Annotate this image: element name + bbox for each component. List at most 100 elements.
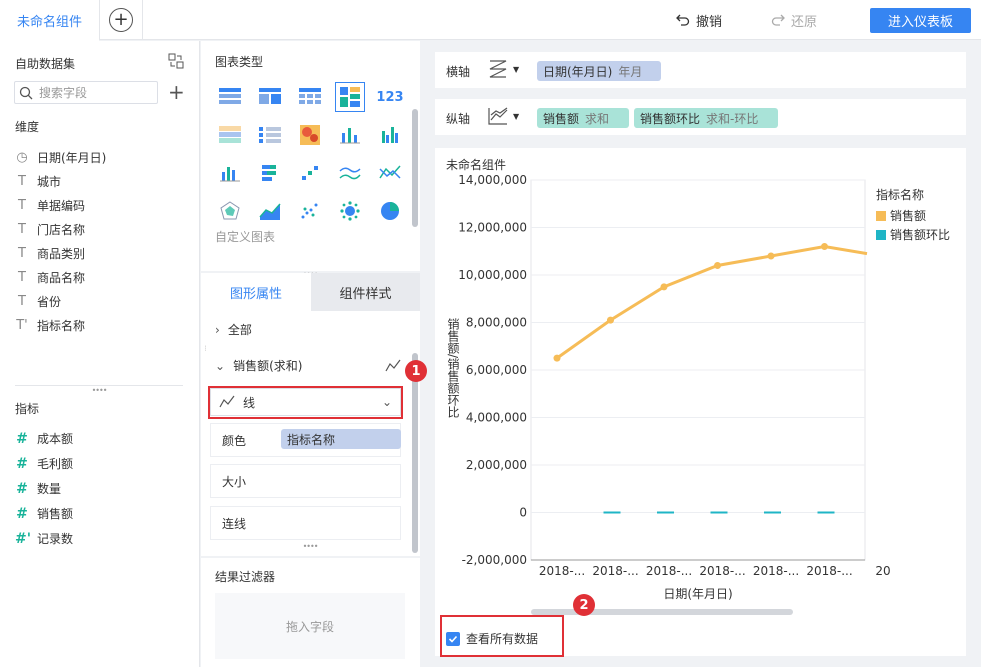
chevron-right-icon: ›: [215, 322, 220, 337]
scatter-chart-icon[interactable]: [295, 196, 325, 226]
list-item[interactable]: T' 指标名称: [15, 313, 106, 337]
chart-type-title: 图表类型: [215, 55, 264, 69]
scrollbar[interactable]: [412, 109, 418, 227]
field-label: 商品名称: [37, 270, 86, 285]
resize-handle[interactable]: ••••: [302, 543, 319, 551]
colored-table-icon[interactable]: [215, 120, 245, 150]
y-field-name: 销售额环比: [640, 111, 701, 126]
chart-type-grid: 123: [215, 82, 408, 228]
list-item[interactable]: # 毛利额: [15, 451, 73, 476]
column-chart-icon[interactable]: [215, 158, 245, 188]
field-search[interactable]: [14, 81, 158, 104]
list-item[interactable]: T 商品名称: [15, 265, 106, 289]
dimension-list: ◷ 日期(年月日) T 城市 T 单据编码 T 门店名称 T 商品类别 T 商品名称 T 省份…: [15, 145, 106, 337]
filter-title: 结果过滤器: [215, 570, 276, 584]
list-item[interactable]: T 商品类别: [15, 241, 106, 265]
ratio-bar: [710, 511, 728, 514]
list-item[interactable]: T 门店名称: [15, 217, 106, 241]
config-panel: 图表类型 123 自定义图表 图形属性 组件样式 › 全部 ⋮ ⌄ 销售额(求和…: [201, 41, 420, 667]
color-label: 颜色: [222, 433, 247, 448]
annotation-badge-1: 1: [405, 360, 427, 382]
y-axis-field-pill-ratio[interactable]: 销售额环比 求和-环比: [634, 108, 778, 128]
multi-line-icon[interactable]: [375, 158, 405, 188]
drag-handle[interactable]: ⋮: [202, 346, 209, 361]
tab-shape-properties[interactable]: 图形属性: [201, 273, 311, 311]
legend-item-ratio[interactable]: 销售额环比: [876, 226, 950, 243]
enter-dashboard-button[interactable]: 进入仪表板: [870, 8, 971, 33]
detail-table-icon[interactable]: [295, 82, 325, 112]
add-field-button[interactable]: +: [168, 82, 185, 102]
chevron-down-icon: ⌄: [215, 358, 226, 373]
tab-component-style[interactable]: 组件样式: [311, 273, 420, 311]
x-tick-label: 2018-...: [539, 564, 585, 578]
list-item[interactable]: # 成本额: [15, 426, 73, 451]
filter-drop-zone[interactable]: 拖入字段: [215, 593, 405, 659]
search-input[interactable]: [39, 85, 149, 100]
list-item[interactable]: ◷ 日期(年月日): [15, 145, 106, 169]
all-row[interactable]: › 全部: [215, 321, 252, 338]
undo-icon: [676, 14, 690, 26]
list-item[interactable]: #' 记录数: [15, 526, 73, 551]
field-label: 日期(年月日): [37, 150, 107, 165]
y-axis-row: 纵轴 ▼ 销售额 求和 销售额环比 求和-环比: [435, 99, 966, 135]
undo-label: 撤销: [696, 14, 723, 30]
add-tab-button[interactable]: +: [109, 8, 133, 32]
kpi-number-icon[interactable]: 123: [375, 82, 405, 112]
x-tick-label: 2018-...: [753, 564, 799, 578]
x-tick-label: 2018-...: [646, 564, 692, 578]
calendar-icon: ◷: [16, 149, 28, 165]
redo-icon: [771, 14, 785, 26]
auto-chart-icon[interactable]: [335, 82, 365, 112]
series-row[interactable]: ⌄ 销售额(求和): [215, 357, 405, 374]
x-axis-sort-dropdown[interactable]: ▼: [487, 59, 519, 79]
connect-line-property[interactable]: 连线: [210, 506, 401, 540]
switch-dataset-icon[interactable]: [168, 53, 184, 69]
x-axis-field-pill[interactable]: 日期(年月日) 年月: [537, 61, 661, 81]
indicator-card-icon[interactable]: [255, 120, 285, 150]
field-label: 省份: [37, 294, 62, 309]
bubble-chart-icon[interactable]: [335, 196, 365, 226]
field-label: 数量: [37, 482, 62, 496]
horizontal-scrollbar[interactable]: [531, 609, 793, 615]
pie-chart-icon[interactable]: [375, 196, 405, 226]
grouped-table-icon[interactable]: [255, 82, 285, 112]
chart-card: 未命名组件 -2,000,000 0 2,000,000 4,000,000 6,000…: [435, 148, 966, 656]
table-chart-icon[interactable]: [215, 82, 245, 112]
text-type-icon: T: [18, 173, 26, 189]
y-axis-sort-dropdown[interactable]: ▼: [487, 106, 519, 126]
step-chart-icon[interactable]: [295, 158, 325, 188]
x-tick-label: 2018-...: [592, 564, 638, 578]
heat-map-icon[interactable]: [295, 120, 325, 150]
y-axis-field-pill-sales[interactable]: 销售额 求和: [537, 108, 629, 128]
number-type-icon: #': [15, 530, 32, 547]
legend-item-sales[interactable]: 销售额: [876, 207, 926, 224]
x-tick-label: 2018-...: [699, 564, 745, 578]
size-property[interactable]: 大小: [210, 464, 401, 498]
tab-component[interactable]: 未命名组件: [0, 0, 100, 41]
list-item[interactable]: T 城市: [15, 169, 106, 193]
list-item[interactable]: # 数量: [15, 476, 73, 501]
y-tick-label: 0: [519, 506, 527, 520]
bar-line-icon[interactable]: [335, 120, 365, 150]
radar-chart-icon[interactable]: [215, 196, 245, 226]
search-icon: [19, 86, 33, 99]
area-chart-icon[interactable]: [255, 196, 285, 226]
color-field-pill[interactable]: 指标名称: [281, 429, 401, 449]
list-item[interactable]: # 销售额: [15, 501, 73, 526]
redo-button[interactable]: 还原: [771, 11, 817, 30]
legend-title: 指标名称: [876, 188, 925, 202]
list-item[interactable]: T 单据编码: [15, 193, 106, 217]
color-property[interactable]: 颜色 指标名称: [210, 423, 401, 457]
text-type-icon: T: [18, 293, 26, 309]
list-item[interactable]: T 省份: [15, 289, 106, 313]
y-axis-title: 销售额/销售额环比: [446, 318, 460, 419]
line-chart-icon[interactable]: [335, 158, 365, 188]
grouped-bar-icon[interactable]: [375, 120, 405, 150]
scrollbar[interactable]: [412, 353, 418, 553]
undo-button[interactable]: 撤销: [676, 11, 723, 30]
text-type-icon: T': [16, 317, 28, 333]
custom-chart-label[interactable]: 自定义图表: [215, 228, 275, 245]
stacked-bar-icon[interactable]: [255, 158, 285, 188]
resize-handle[interactable]: ••••: [91, 387, 108, 395]
y-tick-label: 6,000,000: [466, 363, 527, 377]
